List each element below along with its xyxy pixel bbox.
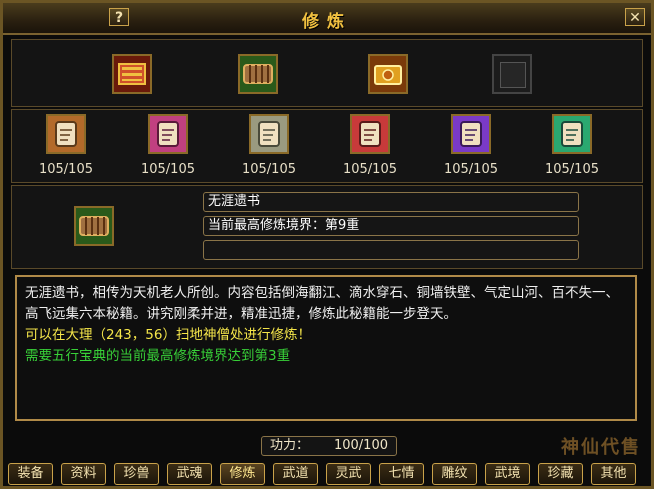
scroll-count: 105/105: [140, 162, 195, 177]
selected-level: 当前最高修炼境界：第9重: [203, 216, 579, 236]
brown-scroll-icon[interactable]: [46, 114, 86, 154]
title-bar: ? 修炼 ✕: [3, 3, 651, 35]
tab-engraving[interactable]: 雕纹: [432, 463, 477, 485]
tab-pets[interactable]: 珍兽: [114, 463, 159, 485]
grey-scroll-icon[interactable]: [249, 114, 289, 154]
watermark-logo: 神仙代售: [561, 437, 641, 458]
tab-other[interactable]: 其他: [591, 463, 636, 485]
tab-martial-soul[interactable]: 武魂: [167, 463, 212, 485]
bamboo-scroll-icon[interactable]: [238, 54, 278, 94]
power-value: 100/100: [333, 438, 388, 453]
tab-martial-realm[interactable]: 武境: [485, 463, 530, 485]
power-label: 功力：: [270, 438, 310, 453]
description-text: 无涯遗书，相传为天机老人所创。内容包括倒海翻江、滴水穿石、铜墙铁壁、气定山河、百…: [25, 285, 619, 322]
scroll-count: 105/105: [544, 162, 599, 177]
scroll-panel: 105/105 105/105 105/105 105/105 105/105 …: [11, 109, 643, 183]
power-field: 功力： 100/100: [261, 436, 397, 456]
red-tome-icon[interactable]: [112, 54, 152, 94]
tab-equipment[interactable]: 装备: [8, 463, 53, 485]
purple-scroll-icon[interactable]: [451, 114, 491, 154]
empty-slot-inner: [500, 62, 526, 88]
tab-profile[interactable]: 资料: [61, 463, 106, 485]
window-title: 修炼: [302, 12, 352, 32]
gold-tome-icon[interactable]: [368, 54, 408, 94]
cultivation-window: ? 修炼 ✕ 105/105 105/105 105/105 105/105 1…: [0, 0, 654, 489]
tab-martial-way[interactable]: 武道: [273, 463, 318, 485]
scroll-count: 105/105: [38, 162, 93, 177]
description-box: 无涯遗书，相传为天机老人所创。内容包括倒海翻江、滴水穿石、铜墙铁壁、气定山河、百…: [15, 275, 637, 421]
close-button[interactable]: ✕: [625, 8, 645, 26]
scroll-count: 105/105: [241, 162, 296, 177]
green-scroll-icon[interactable]: [552, 114, 592, 154]
scroll-count: 105/105: [443, 162, 498, 177]
top-slot-panel: [11, 39, 643, 107]
tab-cultivation[interactable]: 修炼: [220, 463, 265, 485]
tab-bar: 装备 资料 珍兽 武魂 修炼 武道 灵武 七情 雕纹 武境 珍藏 其他: [8, 463, 648, 487]
requirement-text: 需要五行宝典的当前最高修炼境界达到第3重: [25, 348, 291, 364]
selected-item-icon[interactable]: [74, 206, 114, 246]
empty-slot[interactable]: [492, 54, 532, 94]
selected-name: 无涯遗书: [203, 192, 579, 212]
tab-spirit-weapon[interactable]: 灵武: [326, 463, 371, 485]
selected-extra: [203, 240, 579, 260]
red-scroll-icon[interactable]: [350, 114, 390, 154]
tab-collection[interactable]: 珍藏: [538, 463, 583, 485]
scroll-count: 105/105: [342, 162, 397, 177]
pink-scroll-icon[interactable]: [148, 114, 188, 154]
location-text: 可以在大理（243，56）扫地神僧处进行修炼！: [25, 327, 311, 343]
tab-emotions[interactable]: 七情: [379, 463, 424, 485]
